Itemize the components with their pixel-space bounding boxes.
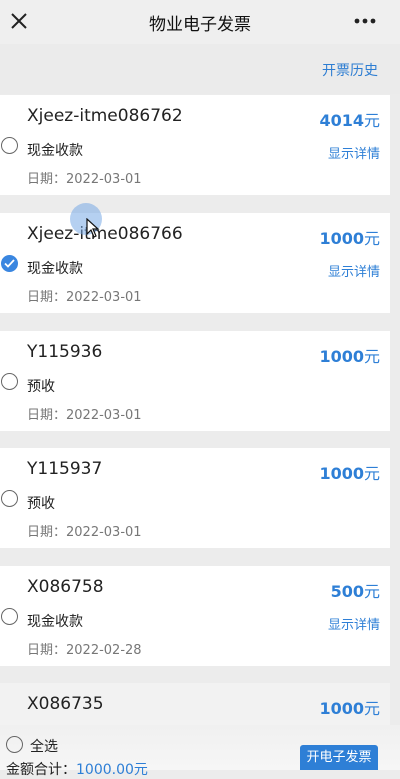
select-radio[interactable] [1,490,18,507]
top-bar: 物业电子发票 [0,0,400,44]
invoice-code: Xjeez-itme086766 [27,224,183,244]
sub-header: 开票历史 [0,44,400,94]
invoice-date: 日期：2022-02-28 [27,643,142,658]
show-details-link[interactable]: 显示详情 [328,614,380,633]
select-radio-checked[interactable] [1,255,18,272]
invoice-date: 日期：2022-03-01 [27,172,142,187]
page-title: 物业电子发票 [149,15,251,35]
select-radio[interactable] [1,373,18,390]
total-amount: 金额合计：1000.00元 [6,762,148,778]
invoice-amount: 1000元 [319,699,380,718]
show-details-link[interactable]: 显示详情 [328,143,380,162]
bottom-action-bar: 全选 金额合计：1000.00元 开电子发票 [0,725,400,778]
select-radio[interactable] [1,608,18,625]
payment-type: 预收 [27,496,55,512]
invoice-history-link[interactable]: 开票历史 [322,60,378,80]
invoice-date: 日期：2022-03-01 [27,290,142,305]
payment-type: 现金收款 [27,143,83,159]
payment-type: 预收 [27,379,55,395]
payment-type: 现金收款 [27,614,83,630]
invoice-code: Xjeez-itme086762 [27,106,183,126]
invoice-amount: 1000元 [319,464,380,483]
invoice-code: X086735 [27,694,104,714]
invoice-card[interactable]: X086758 500元 现金收款 显示详情 日期：2022-02-28 [0,566,390,666]
invoice-card[interactable]: Y115937 1000元 预收 日期：2022-03-01 [0,448,390,548]
invoice-code: Y115937 [27,459,103,479]
issue-e-invoice-button[interactable]: 开电子发票 [300,745,378,770]
show-details-link[interactable]: 显示详情 [328,261,380,280]
invoice-card[interactable]: Xjeez-itme086762 4014元 现金收款 显示详情 日期：2022… [0,95,390,195]
payment-type: 现金收款 [27,261,83,277]
invoice-card[interactable]: Xjeez-itme086766 1000元 现金收款 显示详情 日期：2022… [0,213,390,313]
invoice-code: X086758 [27,577,104,597]
select-all-label[interactable]: 全选 [30,736,58,756]
mouse-cursor-icon [86,218,100,238]
select-all-radio[interactable] [6,736,23,753]
invoice-amount: 4014元 [319,111,380,130]
invoice-amount: 500元 [330,582,380,601]
invoice-date: 日期：2022-03-01 [27,408,142,423]
invoice-amount: 1000元 [319,347,380,366]
invoice-date: 日期：2022-03-01 [27,525,142,540]
invoice-amount: 1000元 [319,229,380,248]
more-icon[interactable] [354,18,376,24]
check-icon [4,259,15,268]
invoice-code: Y115936 [27,342,103,362]
invoice-card[interactable]: Y115936 1000元 预收 日期：2022-03-01 [0,331,390,431]
select-radio[interactable] [1,137,18,154]
